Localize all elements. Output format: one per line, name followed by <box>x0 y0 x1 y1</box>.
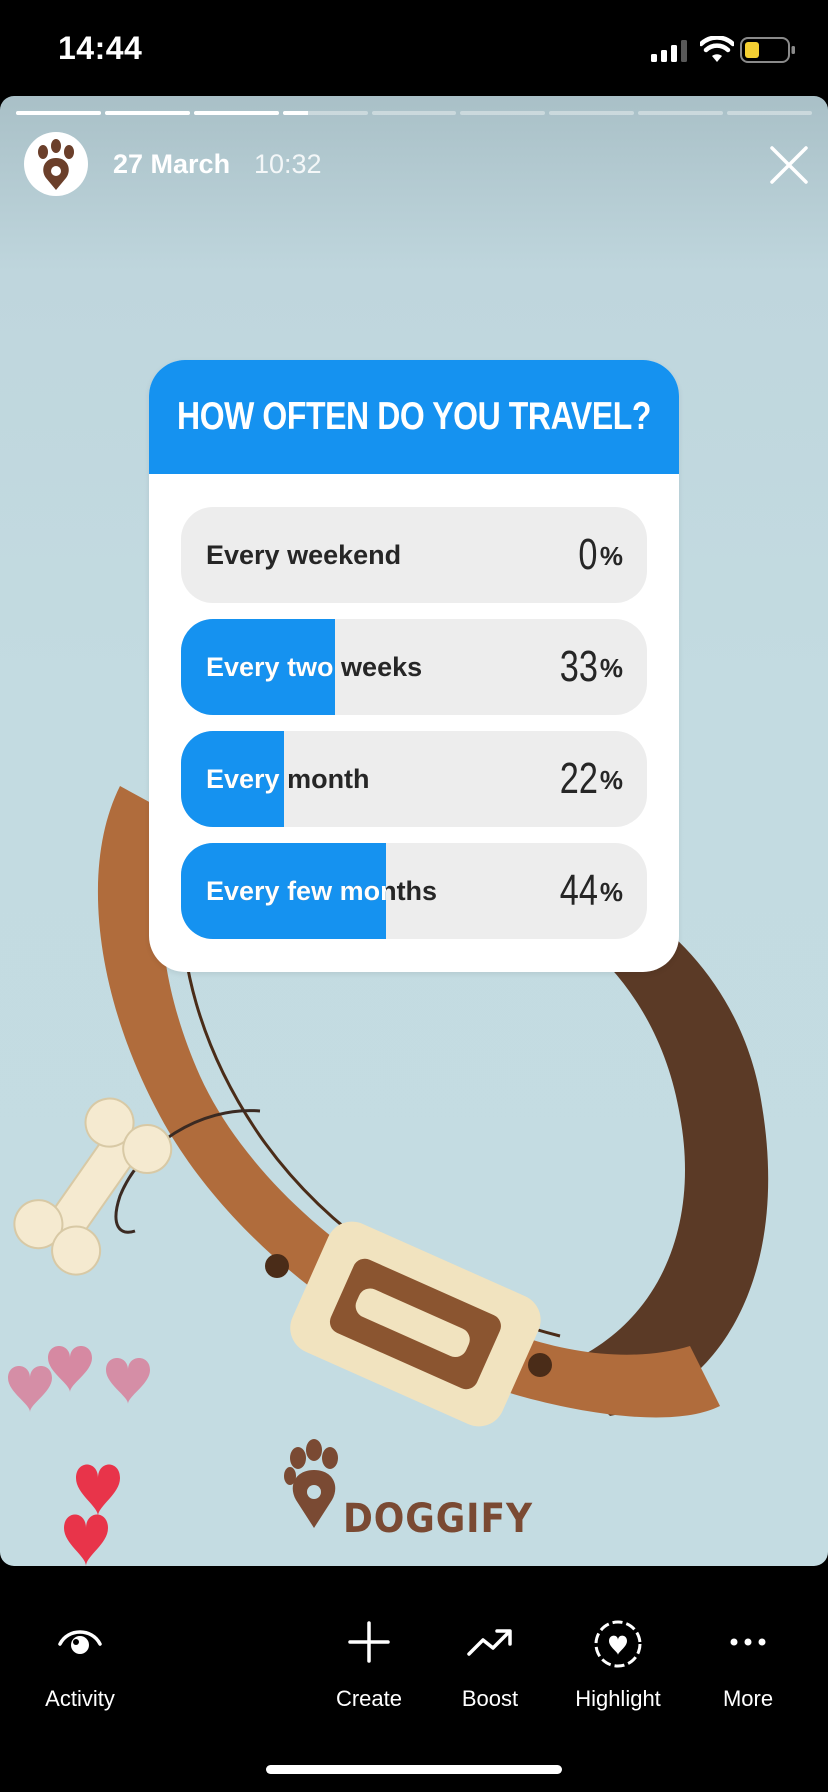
poll-option-percent-value: 33 <box>559 642 598 691</box>
percent-sign: % <box>599 765 623 795</box>
poll-option-percent: 44% <box>549 843 623 939</box>
poll-option[interactable]: Every few monthsEvery few months44% <box>181 843 647 939</box>
doggify-paw-logo <box>284 1439 338 1528</box>
cellular-signal-icon <box>651 40 687 62</box>
profile-avatar[interactable] <box>24 132 88 196</box>
trending-up-icon <box>467 1629 512 1656</box>
home-indicator[interactable] <box>266 1765 562 1774</box>
story-frame[interactable]: 27 March 10:32 HOW OFTEN DO YOU TRAVEL? … <box>0 96 828 1566</box>
poll-question: HOW OFTEN DO YOU TRAVEL? <box>177 395 652 438</box>
status-time: 14:44 <box>58 30 143 66</box>
poll-option-percent: 22% <box>549 731 623 827</box>
poll-option-label-overlay: Every two weeks <box>181 619 335 715</box>
poll-header: HOW OFTEN DO YOU TRAVEL? <box>149 360 679 474</box>
percent-sign: % <box>599 877 623 907</box>
poll-option-label: Every weekend <box>206 540 402 570</box>
progress-segment <box>371 111 457 115</box>
activity-button[interactable]: Activity <box>10 1618 150 1728</box>
create-button[interactable]: Create <box>299 1618 439 1728</box>
activity-eye-icon <box>58 1630 102 1654</box>
progress-segment <box>727 111 813 115</box>
battery-icon <box>740 37 795 63</box>
progress-segment <box>104 111 190 115</box>
boost-label: Boost <box>461 1686 519 1711</box>
poll-option-percent-value: 0 <box>578 530 598 579</box>
poll-option-label-overlay: Every few months <box>181 843 386 939</box>
status-bar: 14:44 <box>0 0 828 96</box>
create-label: Create <box>335 1686 403 1711</box>
poll-options: Every weekendEvery weekend0%Every two we… <box>181 507 647 955</box>
bottom-toolbar: Activity Create Boost Highlight More <box>0 1566 828 1792</box>
poll-option[interactable]: Every weekendEvery weekend0% <box>181 507 647 603</box>
poll-option-label: Every two weeks <box>206 652 335 682</box>
activity-label: Activity <box>45 1686 115 1711</box>
poll-option-label-overlay: Every month <box>181 731 284 827</box>
progress-segment <box>460 111 546 115</box>
hearts-decoration <box>8 1346 150 1566</box>
poll-option-label: Every month <box>206 764 284 794</box>
progress-segment <box>282 111 368 115</box>
poll-option-percent: 0% <box>573 507 623 603</box>
progress-segment <box>549 111 635 115</box>
bone-illustration <box>13 1097 173 1276</box>
poll-option[interactable]: Every two weeksEvery two weeks33% <box>181 619 647 715</box>
more-label: More <box>722 1686 774 1711</box>
poll-option-label: Every few months <box>206 876 386 906</box>
progress-segment <box>16 111 101 115</box>
wifi-icon <box>700 36 734 62</box>
poll-option-percent: 33% <box>549 619 623 715</box>
more-dots-icon <box>730 1638 766 1646</box>
more-button[interactable]: More <box>678 1618 818 1728</box>
poll-option[interactable]: Every monthEvery month22% <box>181 731 647 827</box>
brand-name: DOGGIFY <box>343 1496 533 1542</box>
highlight-button[interactable]: Highlight <box>548 1618 688 1728</box>
percent-sign: % <box>599 653 623 683</box>
boost-button[interactable]: Boost <box>420 1618 560 1728</box>
progress-segment <box>638 111 724 115</box>
close-icon[interactable] <box>764 140 814 190</box>
story-time: 10:32 <box>254 149 322 179</box>
highlight-heart-icon <box>594 1620 642 1668</box>
highlight-label: Highlight <box>575 1686 661 1711</box>
percent-sign: % <box>599 541 623 571</box>
plus-icon <box>348 1621 390 1663</box>
paw-pin-icon <box>38 139 74 190</box>
story-date: 27 March <box>113 149 231 179</box>
poll-option-percent-value: 22 <box>559 754 598 803</box>
story-progress-bar <box>16 111 813 115</box>
poll-sticker: HOW OFTEN DO YOU TRAVEL? Every weekend Ev… <box>149 360 679 972</box>
story-header: 27 March 10:32 <box>24 132 808 198</box>
poll-option-percent-value: 44 <box>559 866 598 915</box>
progress-segment <box>193 111 279 115</box>
